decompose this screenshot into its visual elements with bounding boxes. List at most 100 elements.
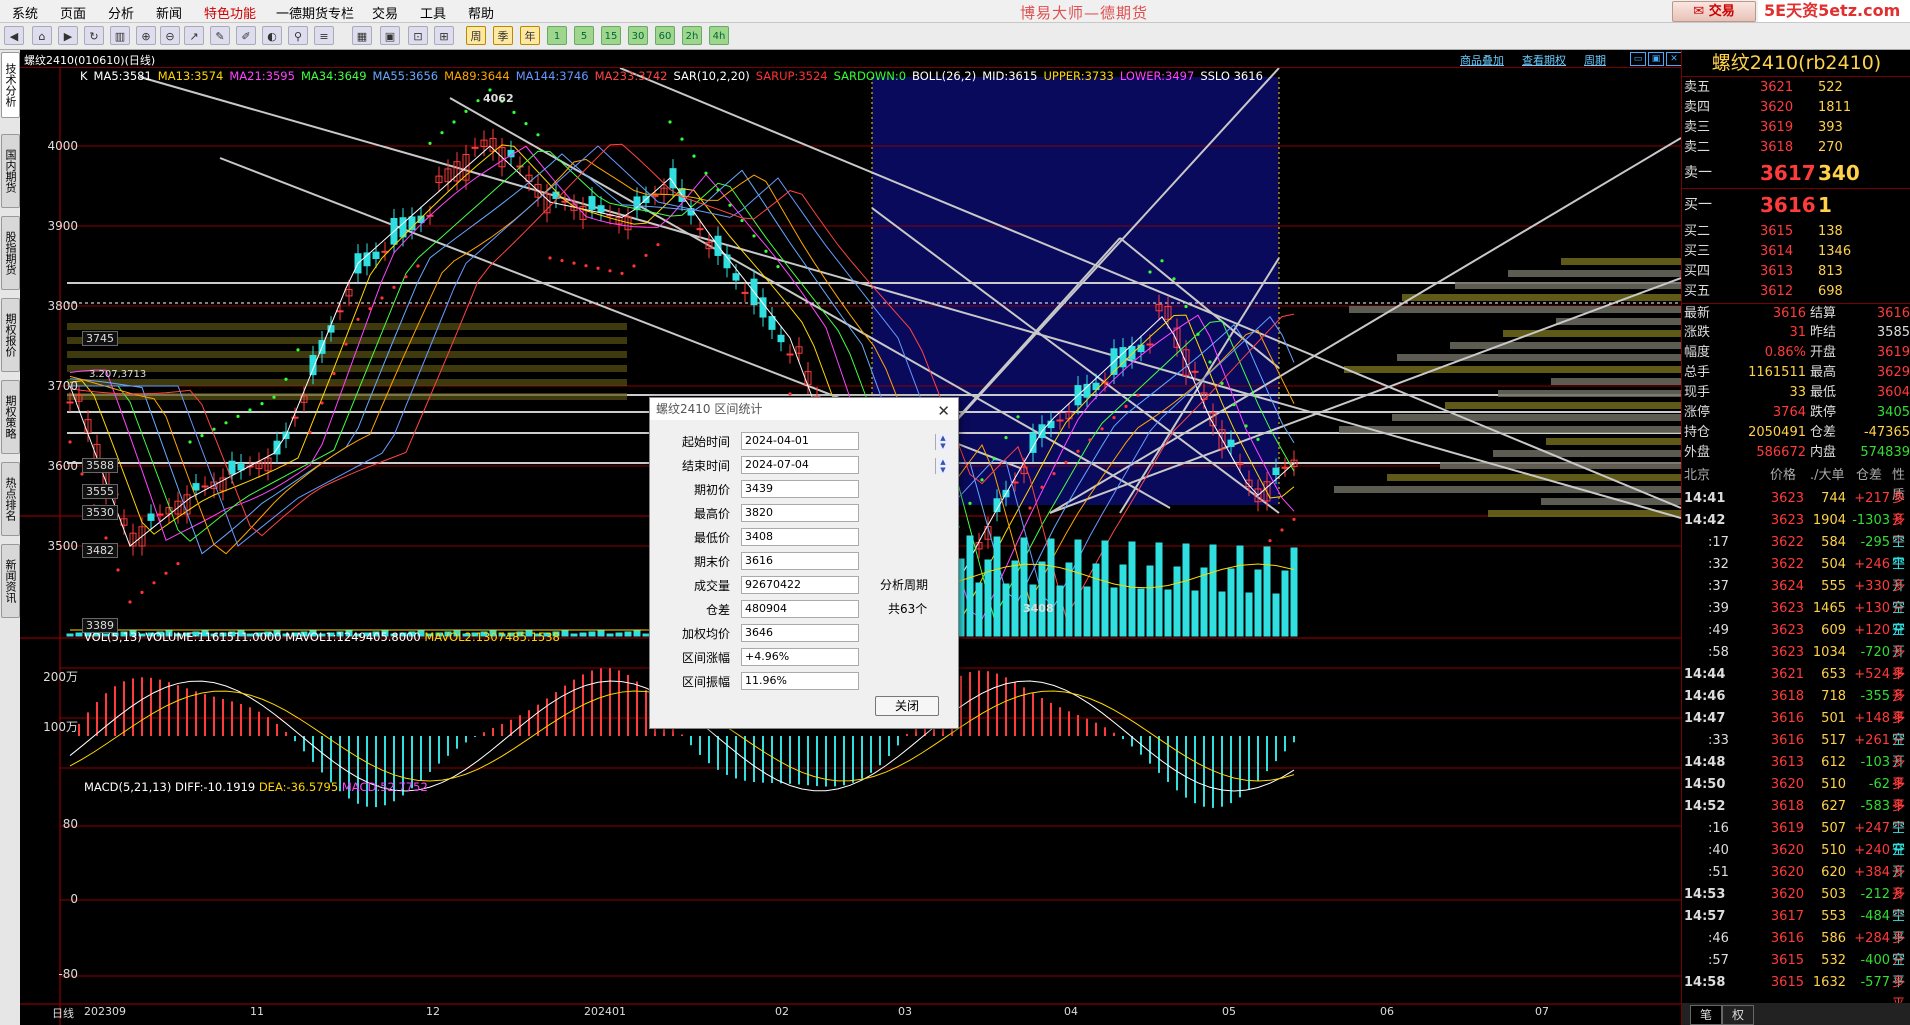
layout-icon[interactable]: ▭ — [1630, 52, 1646, 66]
zoom-out-icon[interactable]: ⊖ — [160, 26, 180, 45]
sidetab-domestic-futures[interactable]: 国内期货 — [1, 134, 20, 208]
overlay-commodity-link[interactable]: 商品叠加 — [1460, 52, 1504, 68]
period-button-5[interactable]: 15 — [601, 26, 621, 45]
sidetab-option-strategy[interactable]: 期权策略 — [1, 380, 20, 454]
tick-volume: 503 — [1821, 887, 1846, 902]
period-button-9[interactable]: 4h — [709, 26, 729, 45]
forward-icon[interactable]: ▶ — [58, 26, 78, 45]
home-icon[interactable]: ⌂ — [32, 26, 52, 45]
menu-features[interactable]: 特色功能 — [204, 3, 256, 22]
dialog-row-value[interactable]: 3408 — [741, 528, 859, 546]
ma-item-12: BOLL(26,2) — [912, 69, 977, 83]
sidetab-index-futures[interactable]: 股指期货 — [1, 216, 20, 290]
menu-tools[interactable]: 工具 — [420, 3, 446, 22]
sar-dot — [1028, 506, 1032, 510]
menu-trade[interactable]: 交易 — [372, 3, 398, 22]
dialog-row-value[interactable]: 92670422 — [741, 576, 859, 594]
ask-vol: 270 — [1818, 140, 1843, 155]
menu-help[interactable]: 帮助 — [468, 3, 494, 22]
period-link[interactable]: 周期 — [1584, 52, 1606, 68]
arrow-icon[interactable]: ↗ — [184, 26, 204, 45]
candle-body — [237, 463, 245, 471]
tick-price: 3616 — [1770, 733, 1804, 748]
sidetab-option-quotes[interactable]: 期权报价 — [1, 298, 20, 372]
period-button-4[interactable]: 5 — [574, 26, 594, 45]
sar-dot — [1064, 460, 1068, 464]
sidetab-technical-analysis[interactable]: 技术分析 — [1, 52, 20, 118]
trade-button[interactable]: ✉ 交易 — [1672, 1, 1756, 22]
dialog-row-value[interactable]: +4.96% — [741, 648, 859, 666]
refresh-icon[interactable]: ↻ — [84, 26, 104, 45]
period-button-8[interactable]: 2h — [682, 26, 702, 45]
spinner-icon[interactable]: ▲ ▼ — [935, 434, 950, 450]
quote-label: 仓差 — [1810, 425, 1837, 440]
period-button-2[interactable]: 年 — [520, 26, 540, 45]
dialog-row-value[interactable]: 3646 — [741, 624, 859, 642]
minute-icon[interactable]: ⊞ — [434, 26, 454, 45]
template-icon[interactable]: ▣ — [380, 26, 400, 45]
list-icon[interactable]: ≡ — [314, 26, 334, 45]
sidetab-news[interactable]: 新闻资讯 — [1, 544, 20, 618]
dialog-titlebar[interactable]: 螺纹2410 区间统计 ✕ — [650, 398, 958, 420]
bid-row[interactable]: 买四 3613 813 — [1682, 262, 1910, 282]
tick-price: 3623 — [1770, 513, 1804, 528]
tick-icon[interactable]: ⊡ — [408, 26, 428, 45]
ask1-row[interactable]: 卖一 3617 340 — [1682, 158, 1910, 189]
tab-ticks[interactable]: 笔 — [1690, 1005, 1722, 1025]
volume-bar — [66, 633, 74, 637]
date-field[interactable]: 2024-04-01 ▲ ▼ — [741, 432, 950, 450]
bid-row[interactable]: 买五 3612 698 — [1682, 282, 1910, 302]
view-options-link[interactable]: 查看期权 — [1522, 52, 1566, 68]
bid-row[interactable]: 买二 3615 138 — [1682, 222, 1910, 242]
menu-analysis[interactable]: 分析 — [108, 3, 134, 22]
tab-weights[interactable]: 权 — [1722, 1005, 1754, 1025]
pen-icon[interactable]: ✎ — [210, 26, 230, 45]
dialog-close-icon[interactable]: ✕ — [937, 400, 950, 422]
close-icon[interactable]: ✕ — [1666, 52, 1682, 66]
tick-volume: 584 — [1821, 535, 1846, 550]
tick-time: 14:46 — [1684, 689, 1726, 704]
dialog-row-value[interactable]: 480904 — [741, 600, 859, 618]
restore-icon[interactable]: ▣ — [1648, 52, 1664, 66]
sidetab-hot-ranking[interactable]: 热点排名 — [1, 462, 20, 536]
dialog-row-value[interactable]: 3820 — [741, 504, 859, 522]
dialog-row-value[interactable]: 11.96% — [741, 672, 859, 690]
menu-news[interactable]: 新闻 — [156, 3, 182, 22]
grid-icon[interactable]: ▦ — [352, 26, 372, 45]
volume-profile-bar — [1339, 426, 1681, 433]
candle-body — [372, 251, 380, 260]
ask-row[interactable]: 卖五 3621 522 — [1682, 78, 1910, 98]
tick-oi-change: +130 — [1854, 601, 1890, 616]
menu-system[interactable]: 系统 — [12, 3, 38, 22]
volume-bar — [1101, 540, 1109, 637]
period-button-7[interactable]: 60 — [655, 26, 675, 45]
ticks-header-price: 价格 — [1770, 468, 1797, 483]
menu-yide-column[interactable]: 一德期货专栏 — [276, 3, 354, 22]
ask-label: 卖五 — [1684, 80, 1711, 95]
date-field[interactable]: 2024-07-04 ▲ ▼ — [741, 456, 950, 474]
filter-icon[interactable]: ⚲ — [288, 26, 308, 45]
chart-icon[interactable]: ▥ — [110, 26, 130, 45]
period-button-1[interactable]: 季 — [493, 26, 513, 45]
dialog-close-button[interactable]: 关闭 — [875, 696, 939, 716]
sar-dot — [248, 408, 252, 412]
period-button-3[interactable]: 1 — [547, 26, 567, 45]
zoom-in-icon[interactable]: ⊕ — [136, 26, 156, 45]
ask-row[interactable]: 卖二 3618 270 — [1682, 138, 1910, 158]
spinner-icon[interactable]: ▲ ▼ — [935, 458, 950, 474]
dialog-row-value[interactable]: 3439 — [741, 480, 859, 498]
period-button-0[interactable]: 周 — [466, 26, 486, 45]
palette-icon[interactable]: ◐ — [262, 26, 282, 45]
volume-profile-bar — [67, 379, 627, 386]
dialog-row-value[interactable]: 3616 — [741, 552, 859, 570]
period-button-6[interactable]: 30 — [628, 26, 648, 45]
menu-page[interactable]: 页面 — [60, 3, 86, 22]
bid1-row[interactable]: 买一 3616 1 — [1682, 190, 1910, 220]
ask-row[interactable]: 卖三 3619 393 — [1682, 118, 1910, 138]
back-arrow-icon[interactable]: ◀ — [4, 26, 24, 45]
ask-row[interactable]: 卖四 3620 1811 — [1682, 98, 1910, 118]
ma-item-0: K — [80, 69, 88, 83]
brush-icon[interactable]: ✐ — [236, 26, 256, 45]
sar-dot — [416, 264, 420, 268]
bid-row[interactable]: 买三 3614 1346 — [1682, 242, 1910, 262]
